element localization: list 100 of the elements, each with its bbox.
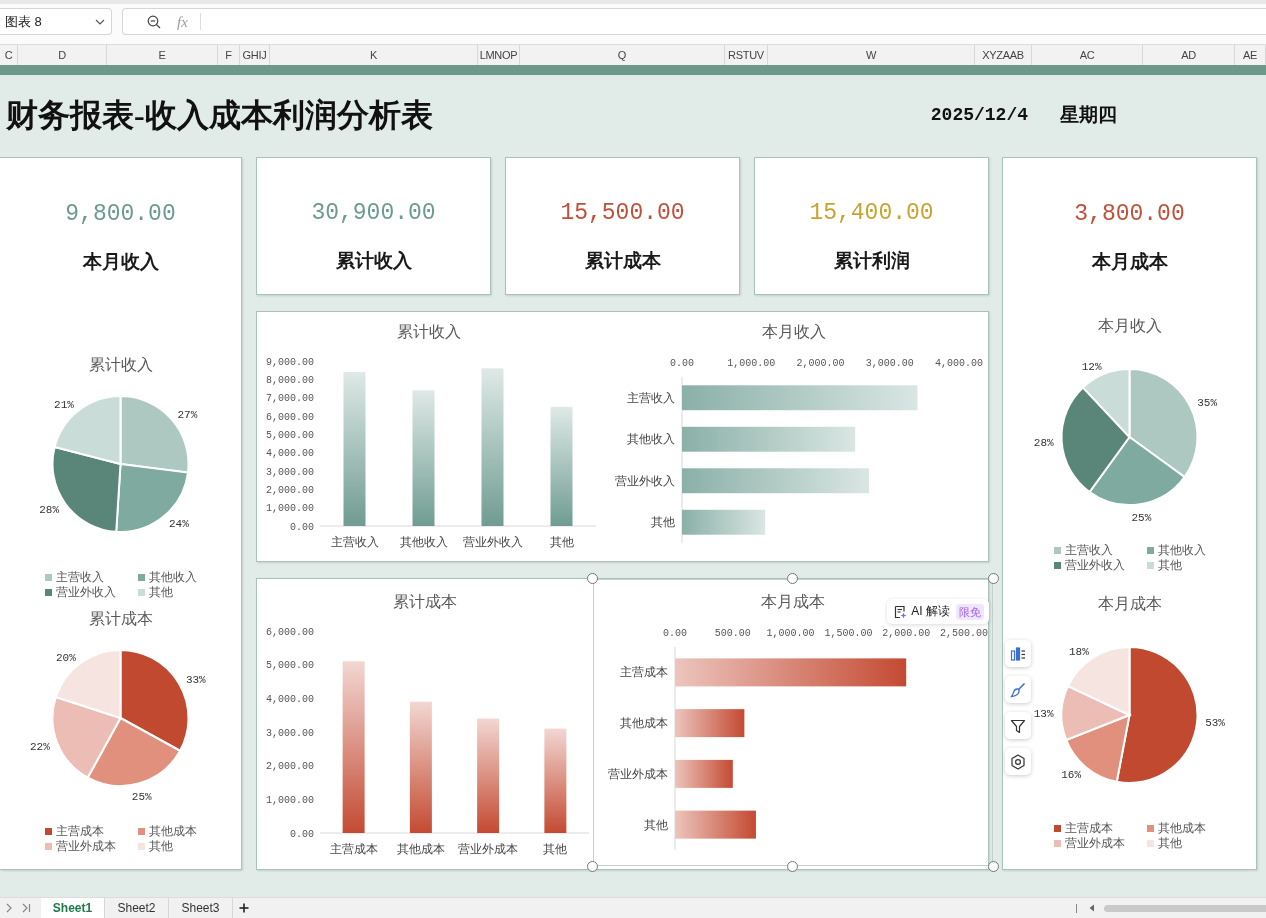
legend-swatch-icon bbox=[1146, 561, 1154, 569]
chart-title: 本月成本 bbox=[761, 592, 825, 612]
horizontal-scrollbar[interactable] bbox=[1104, 904, 1266, 912]
data-label: 13% bbox=[1033, 707, 1054, 720]
legend-label: 主营成本 bbox=[55, 824, 104, 838]
brush-icon bbox=[1010, 681, 1026, 698]
legend-label: 其他 bbox=[148, 839, 173, 853]
axis-category-label: 其他 bbox=[549, 535, 574, 549]
axis-tick-label: 0.00 bbox=[290, 521, 314, 533]
kpi-label: 本月收入 bbox=[82, 250, 159, 274]
data-label: 53% bbox=[1205, 717, 1225, 730]
resize-handle[interactable] bbox=[787, 573, 798, 584]
axis-category-label: 营业外收入 bbox=[615, 473, 675, 488]
data-label: 16% bbox=[1061, 768, 1082, 781]
chart-title: 累计收入 bbox=[396, 322, 461, 342]
axis-tick-label: 4,000.00 bbox=[266, 448, 314, 460]
legend-label: 营业外收入 bbox=[1064, 558, 1125, 572]
chart-title: 累计成本 bbox=[393, 592, 457, 612]
data-label: 18% bbox=[1068, 645, 1089, 658]
axis-category-label: 其他 bbox=[543, 842, 568, 856]
data-label: 35% bbox=[1197, 397, 1218, 410]
name-box[interactable]: 图表 8 bbox=[0, 8, 112, 35]
legend-label: 主营收入 bbox=[1064, 543, 1113, 557]
axis-tick-label: 1,000.00 bbox=[727, 358, 776, 369]
legend-swatch-icon bbox=[137, 827, 145, 835]
axis-tick-label: 2,000.00 bbox=[266, 484, 314, 496]
axis-tick-label: 2,500.00 bbox=[940, 628, 988, 639]
axis-tick-label: 3,000.00 bbox=[865, 358, 914, 369]
chart-elements-button[interactable] bbox=[1005, 640, 1031, 667]
kpi-label: 累计成本 bbox=[584, 249, 661, 273]
resize-handle[interactable] bbox=[587, 573, 598, 584]
data-label: 24% bbox=[168, 517, 189, 530]
axis-category-label: 主营成本 bbox=[329, 842, 378, 856]
legend-swatch-icon bbox=[1146, 546, 1154, 554]
resize-handle[interactable] bbox=[787, 861, 798, 872]
data-label: 20% bbox=[56, 651, 76, 664]
bar bbox=[675, 709, 745, 738]
promo-badge: 限免 bbox=[956, 603, 984, 620]
data-label: 12% bbox=[1081, 361, 1102, 374]
chevron-right-bar-icon bbox=[21, 903, 31, 913]
report-date: 2025/12/4 bbox=[930, 105, 1028, 125]
data-label: 22% bbox=[30, 741, 50, 753]
axis-tick-label: 6,000.00 bbox=[266, 626, 314, 638]
axis-tick-label: 7,000.00 bbox=[266, 393, 314, 405]
chart-settings-button[interactable] bbox=[1005, 748, 1031, 775]
axis-category-label: 其他 bbox=[651, 515, 675, 530]
chart-title: 本月成本 bbox=[1097, 594, 1162, 614]
chart-filter-button[interactable] bbox=[1005, 712, 1031, 739]
axis-tick-label: 3,000.00 bbox=[266, 466, 314, 478]
kpi-label: 累计利润 bbox=[833, 249, 910, 273]
data-label: 33% bbox=[185, 674, 206, 687]
data-label: 28% bbox=[39, 503, 59, 516]
legend-swatch-icon bbox=[44, 588, 52, 596]
filter-icon bbox=[1010, 717, 1026, 734]
legend-label: 其他成本 bbox=[1157, 821, 1206, 835]
chart-style-button[interactable] bbox=[1005, 676, 1031, 703]
legend-label: 其他 bbox=[148, 585, 173, 599]
axis-tick-label: 0.00 bbox=[290, 828, 314, 840]
kpi-value: 15,500.00 bbox=[560, 199, 685, 227]
legend-label: 其他 bbox=[1157, 836, 1182, 850]
legend-label: 其他 bbox=[1157, 558, 1182, 572]
axis-category-label: 主营收入 bbox=[330, 535, 379, 549]
axis-tick-label: 0.00 bbox=[670, 358, 694, 369]
legend-swatch-icon bbox=[1053, 561, 1061, 569]
axis-category-label: 其他成本 bbox=[620, 716, 668, 731]
legend-label: 营业外成本 bbox=[55, 839, 116, 853]
legend-label: 其他收入 bbox=[148, 570, 197, 584]
axis-category-label: 其他收入 bbox=[627, 432, 675, 447]
axis-tick-label: 4,000.00 bbox=[935, 358, 983, 369]
legend-swatch-icon bbox=[1053, 546, 1061, 554]
axis-tick-label: 6,000.00 bbox=[266, 411, 314, 423]
axis-tick-label: 3,000.00 bbox=[266, 727, 314, 739]
kpi-value: 30,900.00 bbox=[311, 199, 436, 227]
axis-category-label: 营业外收入 bbox=[462, 535, 523, 549]
axis-tick-label: 8,000.00 bbox=[266, 374, 314, 386]
legend-label: 其他收入 bbox=[1157, 543, 1206, 557]
zoom-out-icon[interactable] bbox=[147, 14, 161, 29]
resize-handle[interactable] bbox=[988, 573, 999, 584]
kpi-label: 累计收入 bbox=[335, 249, 412, 273]
ai-interpret-button[interactable]: AI 解读 限免 bbox=[887, 599, 989, 624]
axis-tick-label: 2,000.00 bbox=[266, 761, 314, 773]
axis-category-label: 其他收入 bbox=[399, 535, 448, 549]
axis-tick-label: 500.00 bbox=[714, 628, 751, 639]
data-label: 25% bbox=[1131, 512, 1152, 525]
sheet-tab[interactable]: Sheet1 bbox=[41, 898, 105, 918]
legend-swatch-icon bbox=[137, 842, 145, 850]
resize-handle[interactable] bbox=[587, 861, 598, 872]
axis-tick-label: 5,000.00 bbox=[266, 429, 314, 441]
kpi-value: 3,800.00 bbox=[1074, 200, 1185, 228]
axis-tick-label: 0.00 bbox=[663, 628, 687, 639]
report-weekday: 星期四 bbox=[1060, 103, 1117, 127]
caret-left-icon[interactable] bbox=[1089, 904, 1095, 912]
data-label: 25% bbox=[131, 791, 152, 803]
chevron-down-icon[interactable] bbox=[95, 18, 105, 25]
data-label: 28% bbox=[1033, 436, 1054, 449]
legend-swatch-icon bbox=[1146, 839, 1154, 847]
axis-tick-label: 1,000.00 bbox=[766, 628, 815, 639]
resize-handle[interactable] bbox=[988, 861, 999, 872]
legend-label: 营业外成本 bbox=[1064, 836, 1125, 850]
bar-chart-icon bbox=[1010, 645, 1026, 662]
